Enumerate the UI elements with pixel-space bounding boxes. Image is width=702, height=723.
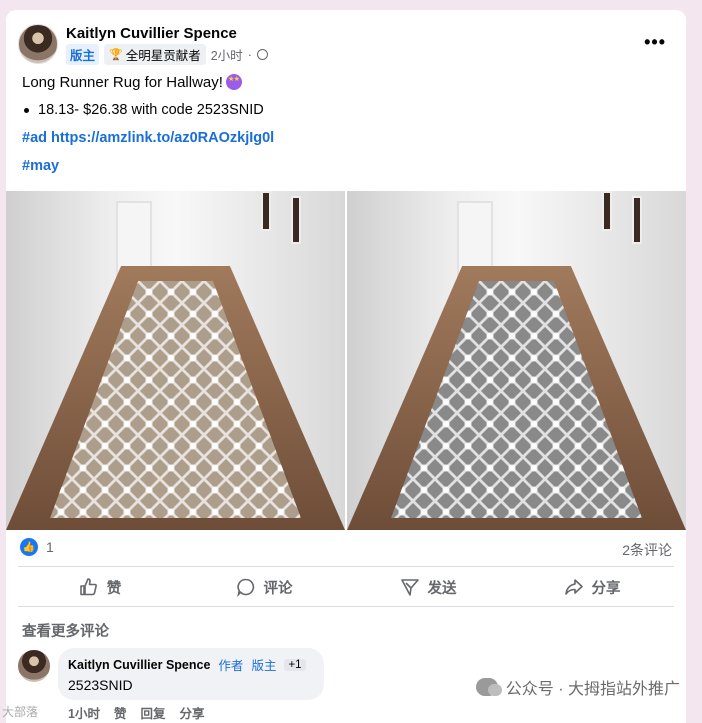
like-reaction-icon: 👍: [20, 538, 38, 556]
author-avatar[interactable]: [18, 24, 58, 64]
product-link[interactable]: https://amzlink.to/az0RAOzkjIg0l: [51, 130, 274, 146]
more-options-button[interactable]: •••: [644, 32, 666, 53]
wechat-icon: [475, 678, 502, 696]
comment-reply-link[interactable]: 回复: [140, 703, 165, 722]
comment-button[interactable]: 评论: [182, 568, 346, 606]
comment-bubble: Kaitlyn Cuvillier Spence 作者 版主 +1 2523SN…: [58, 648, 324, 700]
comment-count[interactable]: 2条评论: [622, 540, 672, 560]
post-time[interactable]: 2小时: [211, 45, 243, 64]
commenter-avatar[interactable]: [18, 650, 50, 682]
send-icon: [400, 579, 419, 596]
divider: [18, 566, 674, 567]
wechat-watermark: 公众号 · 大拇指站外推广: [475, 675, 680, 699]
share-button[interactable]: 分享: [510, 568, 674, 606]
like-button[interactable]: 赞: [18, 568, 182, 606]
comment-text: 2523SNID: [68, 677, 133, 693]
globe-icon: [256, 49, 268, 60]
send-button-label: 发送: [427, 580, 457, 597]
author-name[interactable]: Kaitlyn Cuvillier Spence: [66, 25, 237, 42]
author-role-badge: 作者: [218, 659, 244, 673]
post-title-text: Long Runner Rug for Hallway!: [22, 74, 223, 91]
post-meta: 版主 🏆 全明星贡献者 2小时 ·: [66, 44, 268, 65]
comment-share-link[interactable]: 分享: [179, 703, 204, 722]
ad-link-line: #ad https://amzlink.to/az0RAOzkjIg0l: [22, 130, 274, 146]
star-eyes-emoji-icon: [225, 74, 242, 90]
star-contributor-badge: 🏆 全明星贡献者: [104, 44, 206, 65]
post-card: Kaitlyn Cuvillier Spence 版主 🏆 全明星贡献者 2小时…: [6, 10, 686, 723]
reaction-summary[interactable]: 👍 1: [20, 538, 54, 556]
thumbs-up-icon: [79, 578, 97, 596]
comment-header: Kaitlyn Cuvillier Spence 作者 版主 +1: [68, 655, 314, 674]
watermark-text: 公众号 · 大拇指站外推广: [505, 681, 680, 698]
meta-separator: ·: [247, 47, 252, 62]
ad-hashtag[interactable]: #ad: [22, 130, 47, 146]
price-bullet: 18.13- $26.38 with code 2523SNID: [24, 102, 264, 118]
picture-frame: [632, 196, 642, 244]
view-more-comments-link[interactable]: 查看更多评论: [22, 620, 109, 641]
may-hashtag[interactable]: #may: [22, 158, 59, 174]
admin-badge: 版主: [66, 44, 100, 65]
star-contributor-label: 全明星贡献者: [125, 49, 201, 63]
share-icon: [564, 579, 583, 595]
rug-photo-beige[interactable]: [6, 191, 345, 530]
more-badges-count[interactable]: +1: [284, 658, 306, 671]
like-button-label: 赞: [106, 580, 122, 597]
comment-author[interactable]: Kaitlyn Cuvillier Spence: [68, 658, 210, 672]
comment-button-label: 评论: [263, 580, 293, 597]
action-bar: 赞 评论 发送 分享: [18, 568, 674, 606]
comment-icon: [236, 578, 254, 597]
picture-frame: [602, 191, 612, 231]
divider: [18, 606, 674, 607]
comment-like-link[interactable]: 赞: [114, 703, 127, 722]
admin-role-badge: 版主: [251, 659, 277, 673]
send-button[interactable]: 发送: [346, 568, 510, 606]
comment-time[interactable]: 1小时: [68, 703, 100, 722]
picture-frame: [261, 191, 271, 231]
picture-frame: [291, 196, 301, 244]
share-button-label: 分享: [591, 580, 621, 597]
like-count: 1: [46, 539, 54, 555]
post-title: Long Runner Rug for Hallway!: [22, 74, 242, 91]
rug-photo-grey[interactable]: [347, 191, 686, 530]
trophy-icon: 🏆: [109, 49, 123, 61]
corner-watermark: 大部落: [2, 705, 39, 719]
comment-actions: 1小时 赞 回复 分享: [68, 703, 205, 722]
